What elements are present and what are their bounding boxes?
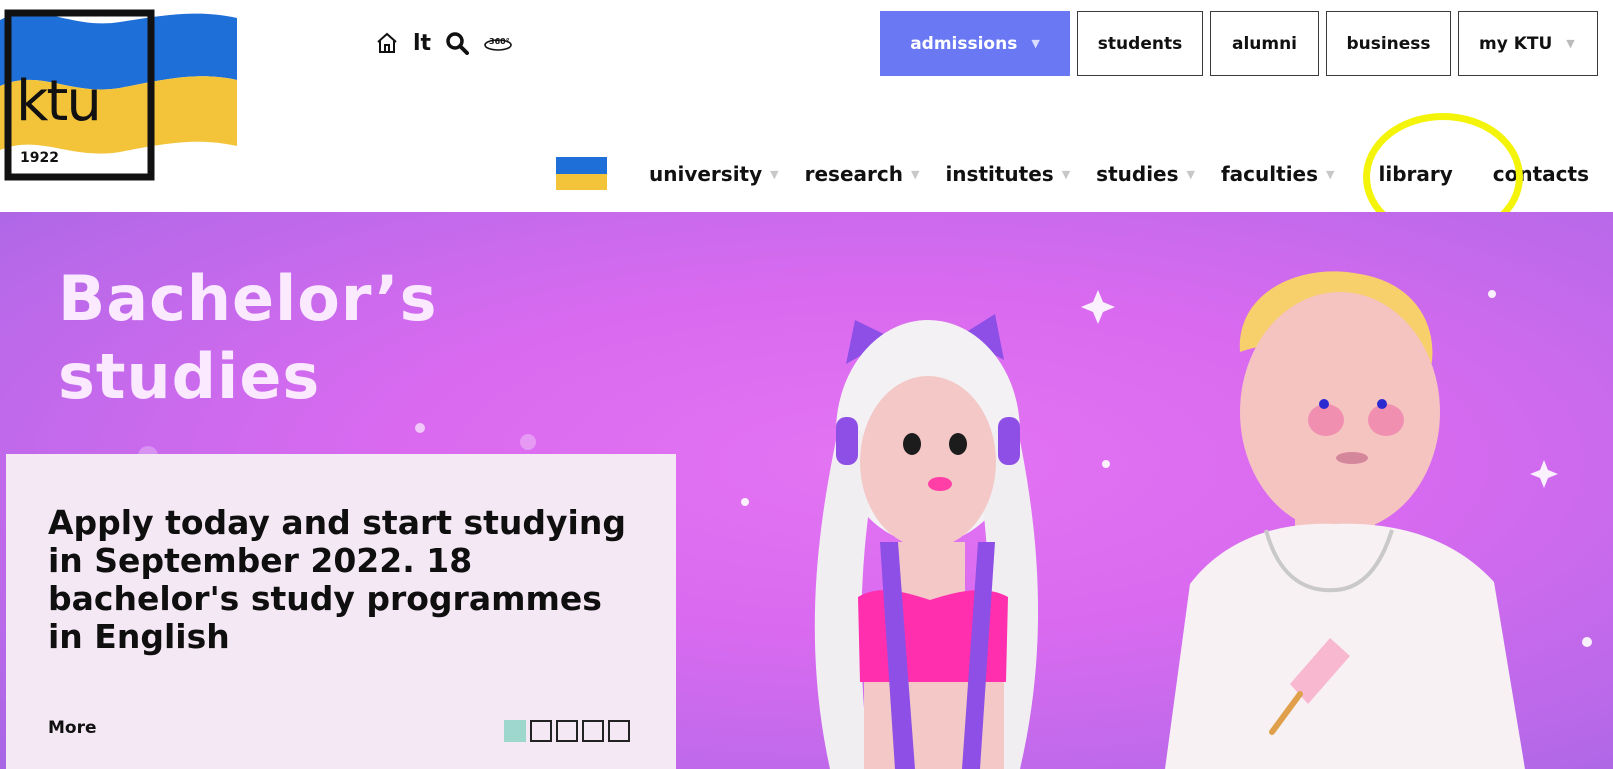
logo-year: 1922 bbox=[20, 150, 59, 166]
nav-item-institutes[interactable]: institutes ▼ bbox=[945, 162, 1070, 186]
360-view-label: 360° bbox=[489, 37, 510, 46]
chevron-down-icon: ▼ bbox=[770, 167, 779, 181]
nav-item-label: faculties bbox=[1220, 162, 1319, 186]
nav-item-library[interactable]: library bbox=[1378, 162, 1452, 186]
students-button[interactable]: students bbox=[1077, 11, 1203, 76]
nav-item-label: university bbox=[649, 162, 763, 186]
ukraine-flag-icon[interactable] bbox=[556, 157, 607, 190]
slide-dot-4[interactable] bbox=[582, 720, 604, 742]
chevron-down-icon: ▼ bbox=[1566, 37, 1575, 50]
more-link[interactable]: More bbox=[48, 718, 97, 738]
nav-item-label: contacts bbox=[1492, 162, 1589, 186]
slide-dot-1[interactable] bbox=[504, 720, 526, 742]
logo-wordmark: ktu bbox=[16, 69, 102, 134]
home-icon[interactable] bbox=[375, 28, 399, 58]
hero-title-line2: studies bbox=[58, 340, 321, 413]
hero-card: Apply today and start studying in Septem… bbox=[6, 454, 676, 769]
nav-item-studies[interactable]: studies ▼ bbox=[1096, 162, 1195, 186]
chevron-down-icon: ▼ bbox=[910, 167, 920, 181]
search-icon[interactable] bbox=[445, 28, 470, 58]
my-ktu-button[interactable]: my KTU ▼ bbox=[1458, 11, 1598, 76]
slide-dot-5[interactable] bbox=[608, 720, 630, 742]
business-button[interactable]: business bbox=[1326, 11, 1451, 76]
utility-bar: lt 360° bbox=[375, 26, 513, 60]
nav-item-label: research bbox=[804, 162, 903, 186]
nav-item-university[interactable]: university ▼ bbox=[649, 162, 779, 186]
chevron-down-icon: ▼ bbox=[1031, 37, 1040, 50]
hero-title: Bachelor’s studies bbox=[58, 260, 438, 416]
nav-item-label: institutes bbox=[945, 162, 1054, 186]
business-label: business bbox=[1346, 33, 1431, 54]
alumni-label: alumni bbox=[1231, 33, 1298, 54]
nav-item-research[interactable]: research ▼ bbox=[805, 162, 920, 186]
hero-banner[interactable]: Bachelor’s studies Apply today and start… bbox=[0, 212, 1613, 769]
my-ktu-label: my KTU bbox=[1479, 33, 1553, 54]
slide-dot-3[interactable] bbox=[556, 720, 578, 742]
nav-item-label: studies bbox=[1096, 162, 1179, 186]
nav-item-label: library bbox=[1378, 162, 1453, 186]
chevron-down-icon: ▼ bbox=[1186, 167, 1195, 181]
students-label: students bbox=[1097, 33, 1183, 54]
language-switch-link[interactable]: lt bbox=[413, 28, 431, 58]
slide-indicators bbox=[504, 720, 630, 742]
slide-dot-2[interactable] bbox=[530, 720, 552, 742]
nav-item-contacts[interactable]: contacts bbox=[1493, 162, 1589, 186]
ktu-logo[interactable]: ktu 1922 bbox=[0, 0, 240, 185]
admissions-button[interactable]: admissions ▼ bbox=[880, 11, 1070, 76]
alumni-button[interactable]: alumni bbox=[1210, 11, 1319, 76]
audience-buttons: admissions ▼ students alumni business my… bbox=[880, 11, 1598, 76]
main-navigation: university ▼ research ▼ institutes ▼ stu… bbox=[649, 154, 1613, 194]
hero-card-text: Apply today and start studying in Septem… bbox=[48, 503, 626, 656]
nav-item-faculties[interactable]: faculties ▼ bbox=[1221, 162, 1335, 186]
360-view-icon[interactable]: 360° bbox=[483, 28, 513, 58]
chevron-down-icon: ▼ bbox=[1061, 167, 1071, 181]
chevron-down-icon: ▼ bbox=[1326, 167, 1335, 181]
hero-title-line1: Bachelor’s bbox=[58, 262, 438, 335]
admissions-label: admissions bbox=[910, 33, 1018, 54]
